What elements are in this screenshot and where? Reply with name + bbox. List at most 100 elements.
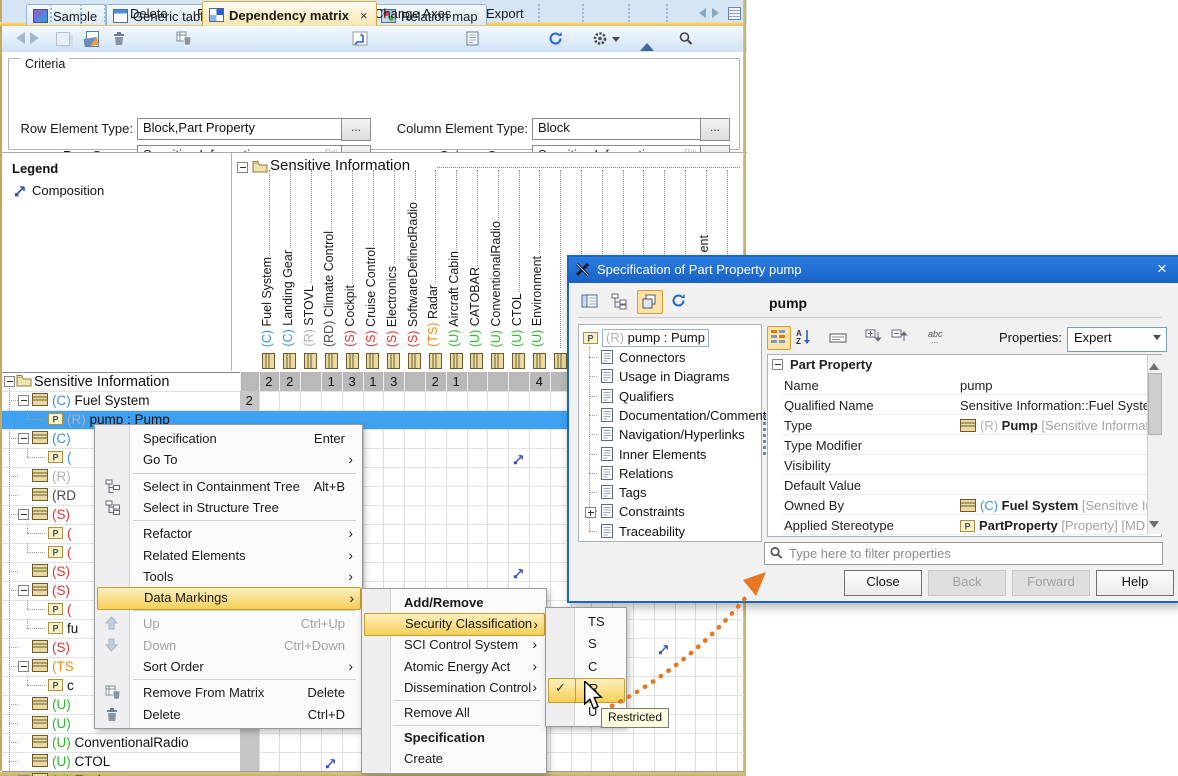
export-button[interactable]: Export [486,6,524,21]
property-value[interactable] [960,478,1147,494]
dialog-tree-item[interactable]: Connectors [619,350,685,365]
menu-item-down[interactable]: DownCtrl+Down [97,635,359,656]
dialog-tree-item[interactable]: Navigation/Hyperlinks [619,427,745,442]
tree-row-label[interactable]: (C) Fuel System [52,393,150,408]
property-value[interactable]: (R) Pump [Sensitive Information] [960,418,1147,434]
tree-row-label[interactable]: (S) [52,564,70,579]
tree-row-label[interactable]: (U) [52,697,71,712]
abbreviate-icon[interactable]: abc... [927,328,951,349]
property-value[interactable]: PPartProperty [Property] [MD Customiz [960,518,1147,534]
property-value[interactable] [960,438,1147,454]
column-header-6[interactable]: (S) Electronics [385,265,399,349]
property-value[interactable]: (C) Fuel System [Sensitive Informatio... [960,498,1147,514]
search-icon[interactable] [678,31,693,51]
tree-row-label[interactable]: ( [67,526,72,541]
menu-item-sort-order[interactable]: Sort Order› [97,656,359,677]
group-view-icon-active[interactable] [767,326,791,350]
menu-item-security-classification[interactable]: Security Classification› [364,613,545,636]
column-root-expander[interactable] [237,162,248,173]
collapse-all-icon[interactable] [891,329,908,349]
tab-scroll-right-icon[interactable] [712,8,724,18]
close-button[interactable]: Close [844,570,922,596]
menu-item-remove-all[interactable]: Remove All [364,702,543,723]
tree-row-label[interactable]: (U) CTOL [52,754,110,769]
tree-row-label[interactable]: (U) [52,716,71,731]
dialog-tree-item[interactable]: Constraints [619,504,685,519]
column-header-11[interactable]: (U) ConventionalRadio [489,220,503,349]
scrollbar-thumb[interactable] [1148,373,1162,435]
group-expander[interactable] [772,359,783,370]
tree-expander[interactable] [18,433,29,444]
menu-item-delete[interactable]: DeleteCtrl+D [97,704,359,725]
menu-item-atomic-energy-act[interactable]: Atomic Energy Act› [364,656,543,677]
export-icon[interactable] [466,31,479,51]
row-element-type-browse-button[interactable]: ... [341,118,371,141]
change-axes-button[interactable]: Change Axes [374,6,451,21]
filter-field[interactable]: Type here to filter properties [764,542,1163,565]
tree-row-label[interactable]: (S) [52,583,70,598]
menu-item-specification[interactable]: SpecificationEnter [97,428,359,449]
column-header-8[interactable]: (TS) Radar [426,284,440,349]
menu-item-select-in-containment-tree[interactable]: Select in Containment TreeAlt+B [97,476,359,497]
menu-item-select-in-structure-tree[interactable]: Select in Structure Tree [97,497,359,518]
menu-item-dissemination-control[interactable]: Dissemination Control› [364,677,543,698]
tab-dependency-matrix[interactable]: Dependency matrix × [202,1,377,26]
column-header-7[interactable]: (S) SoftwareDefinedRadio [406,201,420,349]
scrollbar-up-icon[interactable] [1149,358,1159,370]
column-header-12[interactable]: (U) CTOL [510,292,524,349]
menu-item-sci-control-system[interactable]: SCI Control System› [364,634,543,655]
change-axes-icon[interactable] [352,31,368,51]
column-header-5[interactable]: (S) Cruise Control [364,246,378,349]
show-tree-icon[interactable] [611,293,629,315]
column-header-2[interactable]: (R) STOVL [302,284,316,349]
menu-item-create[interactable]: Create [364,748,543,769]
tree-expander[interactable] [18,661,29,672]
tab-sample[interactable]: Sample [26,4,106,25]
sort-alphabetically-icon[interactable]: AZ [795,328,811,350]
tree-row-label[interactable]: (S) [52,507,70,522]
menu-item-remove-from-matrix[interactable]: Remove From MatrixDelete [97,682,359,703]
gear-icon[interactable] [592,31,608,51]
tree-row-label[interactable]: (U) Environment [52,773,150,776]
menu-item-data-markings[interactable]: Data Markings› [97,587,361,610]
dialog-close-icon[interactable]: × [1157,259,1167,279]
tab-list-icon[interactable] [728,7,741,20]
customize-icon[interactable] [829,331,847,349]
tree-row-label[interactable]: (RD [52,488,76,503]
show-form-icon[interactable] [581,293,599,315]
close-tab-icon[interactable]: × [360,8,368,23]
column-header-3[interactable]: (RD) Climate Control [322,230,336,349]
dialog-tree-item[interactable]: Tags [619,485,646,500]
column-element-type-browse-button[interactable]: ... [700,118,730,141]
column-header-10[interactable]: (U) CATOBAR [468,266,482,349]
forward-icon[interactable] [30,32,45,44]
help-button[interactable]: Help [1096,570,1174,596]
property-value[interactable]: Sensitive Information::Fuel System::pump [960,398,1147,414]
standalone-window-icon-active[interactable] [637,290,663,314]
delete-button[interactable]: Delete [130,6,168,21]
property-value[interactable] [960,458,1147,474]
tree-row-label[interactable]: ( [67,450,72,465]
menu-item-c[interactable]: C [548,656,623,678]
copy-icon[interactable] [56,32,70,46]
tree-expander[interactable] [18,395,29,406]
dialog-tree-item[interactable]: Documentation/Comments [619,408,773,423]
tree-row-label[interactable]: ( [67,545,72,560]
properties-mode-select[interactable]: Expert [1067,327,1167,352]
menu-item-up[interactable]: UpCtrl+Up [97,613,359,634]
back-button[interactable]: Back [928,570,1006,596]
tree-expander[interactable] [4,376,15,387]
back-icon[interactable] [10,32,25,44]
dialog-tree-item[interactable]: Traceability [619,524,685,539]
dialog-tree-item[interactable]: Relations [619,466,673,481]
criteria-icon[interactable] [86,31,99,47]
column-header-4[interactable]: (S) Cockpit [343,284,357,349]
menu-item-related-elements[interactable]: Related Elements› [97,545,359,566]
column-element-type-field[interactable]: Block [532,118,701,140]
scrollbar-down-icon[interactable] [1149,521,1159,533]
remove-from-matrix-icon[interactable] [176,31,192,51]
tree-row-label[interactable]: (S) [52,640,70,655]
menu-item-ts[interactable]: TS [548,611,623,633]
menu-item-go-to[interactable]: Go To› [97,449,359,470]
gear-dropdown-icon[interactable] [612,37,620,46]
